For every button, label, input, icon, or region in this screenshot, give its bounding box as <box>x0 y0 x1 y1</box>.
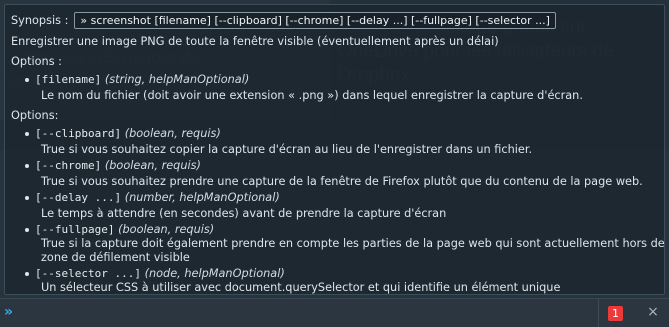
developer-toolbar: » 1 × <box>0 298 669 327</box>
option-description: True si vous souhaitez prendre une captu… <box>41 175 643 188</box>
param-name: [filename] <box>35 73 102 86</box>
option-description: Le temps à attendre (en secondes) avant … <box>41 207 447 220</box>
command-description: Enregistrer une image PNG de toute la fe… <box>11 35 499 48</box>
option-type: (number, helpManOptional) <box>124 191 280 204</box>
option-name: [--selector ...] <box>35 267 141 280</box>
bullet <box>25 228 29 232</box>
option-description: True si vous souhaitez copier la capture… <box>41 143 533 156</box>
option-type: (node, helpManOptional) <box>144 267 285 280</box>
option-type: (boolean, requis) <box>118 223 215 236</box>
synopsis-row: Synopsis : » screenshot [filename] [--cl… <box>11 11 556 29</box>
option-name: [--fullpage] <box>35 223 115 236</box>
option-item-chrome: [--chrome] (boolean, requis) <box>25 159 201 172</box>
option-item-fullpage: [--fullpage] (boolean, requis) <box>25 223 215 236</box>
option-type: (boolean, requis) <box>104 159 201 172</box>
bullet <box>25 164 29 168</box>
options-heading: Options : <box>11 55 62 68</box>
option-item-delay: [--delay ...] (number, helpManOptional) <box>25 191 280 204</box>
param-type: (string, helpManOptional) <box>104 73 250 86</box>
bullet <box>25 78 29 82</box>
synopsis-command[interactable]: » screenshot [filename] [--clipboard] [-… <box>74 11 556 29</box>
option-description: Un sélecteur CSS à utiliser avec documen… <box>41 281 561 294</box>
developer-toolbar-window: ...kage gratuit sur OneDrive pour les ut… <box>0 0 669 327</box>
bullet <box>25 272 29 276</box>
param-item-filename: [filename] (string, helpManOptional) <box>25 73 250 86</box>
option-type: (boolean, requis) <box>124 127 221 140</box>
options-heading: Options: <box>11 109 59 122</box>
option-name: [--delay ...] <box>35 191 122 204</box>
close-icon[interactable]: × <box>646 304 660 320</box>
synopsis-label: Synopsis : <box>11 13 69 27</box>
bullet <box>25 132 29 136</box>
help-panel: Synopsis : » screenshot [filename] [--cl… <box>4 4 669 295</box>
option-description: True si la capture doit également prendr… <box>41 237 669 250</box>
option-name: [--clipboard] <box>35 127 122 140</box>
option-item-selector: [--selector ...] (node, helpManOptional) <box>25 267 285 280</box>
command-input[interactable] <box>24 303 598 325</box>
toolbar-divider <box>598 299 599 327</box>
option-name: [--chrome] <box>35 159 102 172</box>
error-count-badge[interactable]: 1 <box>608 306 623 321</box>
option-item-clipboard: [--clipboard] (boolean, requis) <box>25 127 221 140</box>
param-description: Le nom du fichier (doit avoir une extens… <box>41 89 583 102</box>
chevron-double-right-icon: » <box>4 304 14 320</box>
bullet <box>25 196 29 200</box>
option-description-continued: zone de défilement visible <box>41 251 190 264</box>
